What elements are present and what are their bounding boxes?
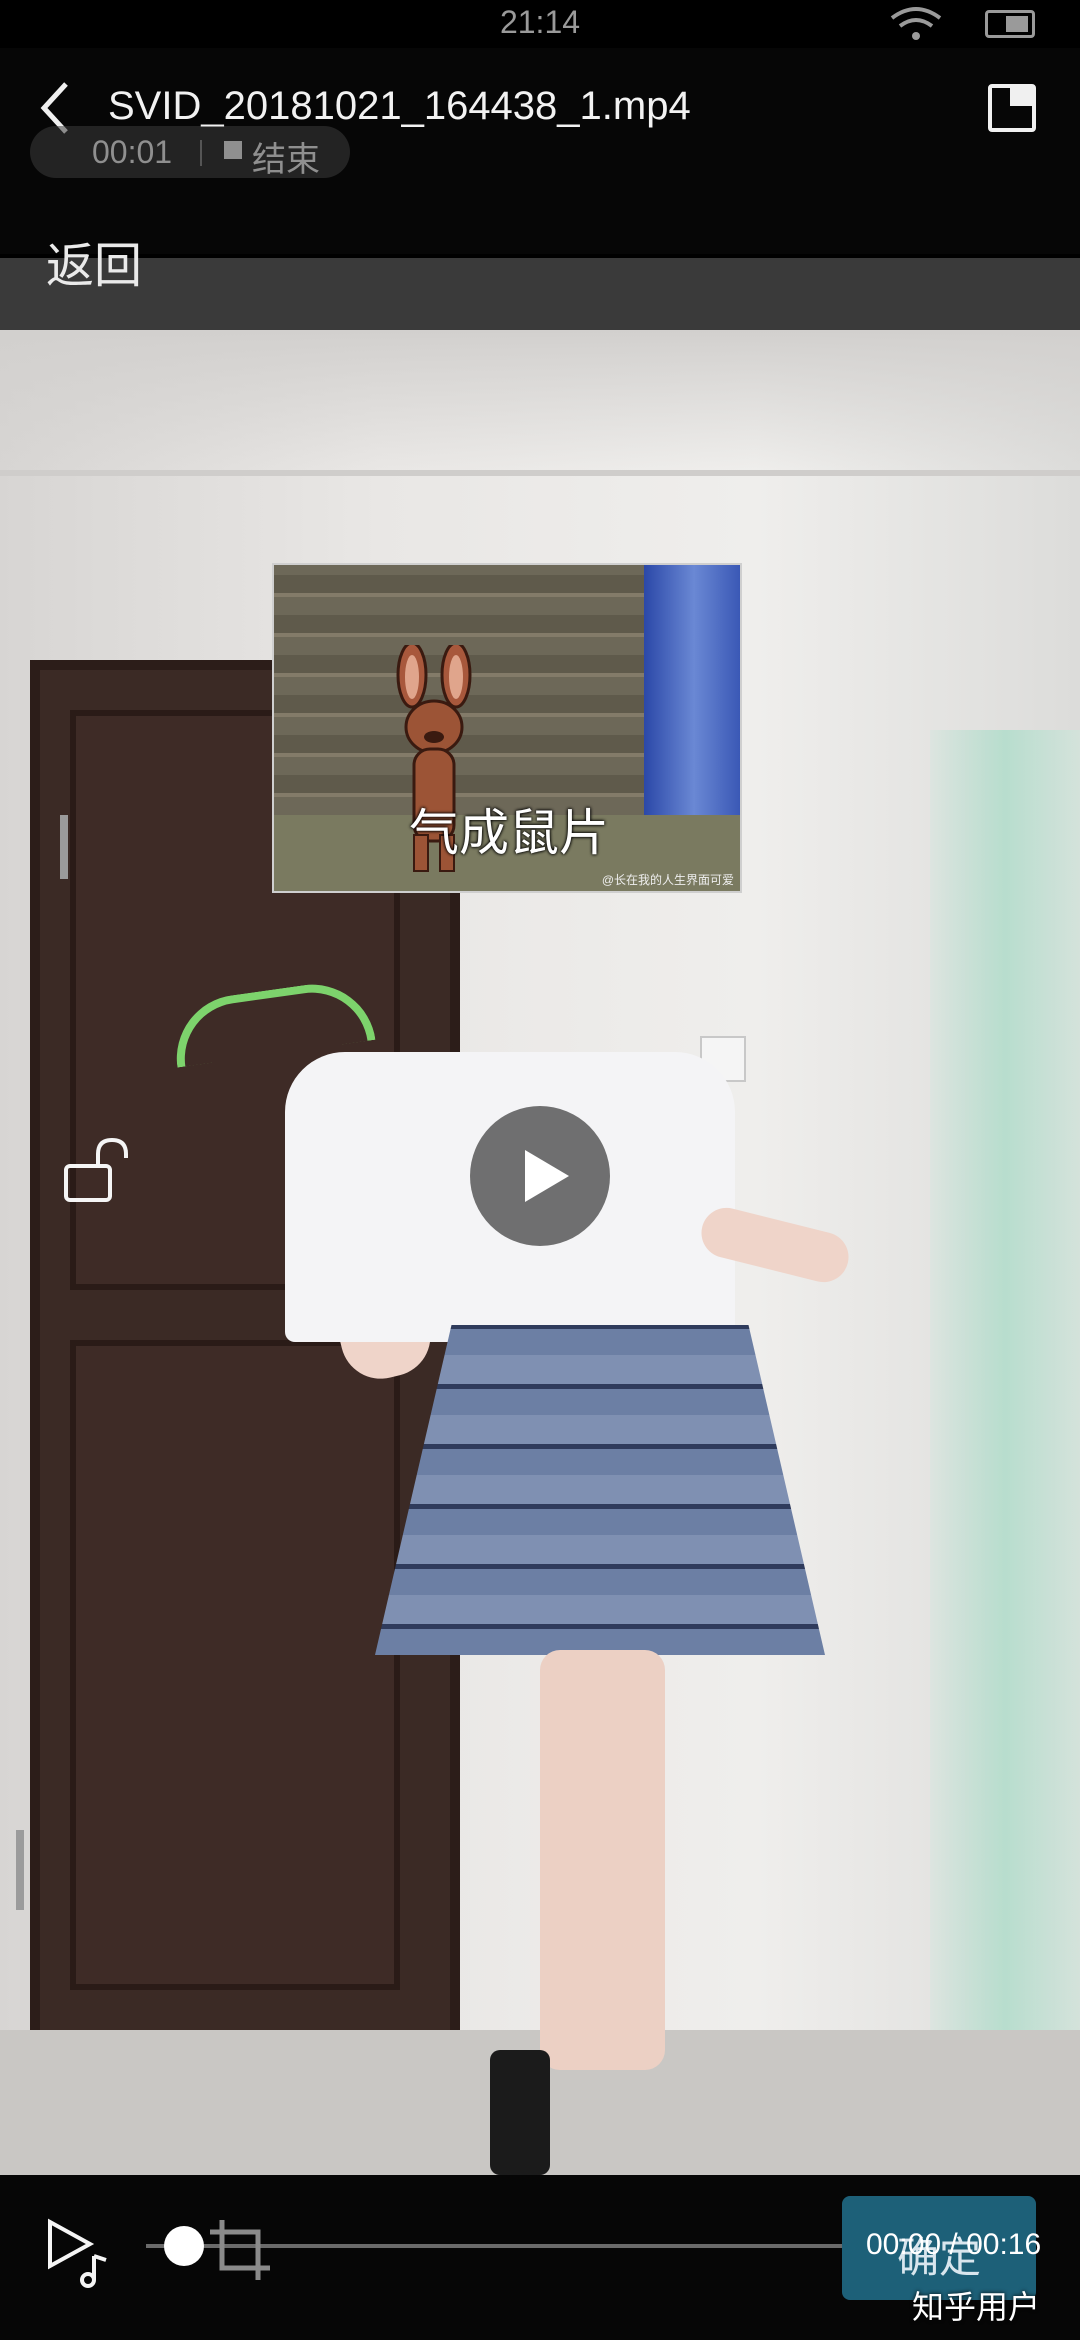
zhihu-watermark: 知乎用户: [912, 2289, 1041, 2325]
video-frame[interactable]: 气成鼠片 @长在我的人生界面可爱: [0, 330, 1080, 2175]
video-curtain: [930, 730, 1080, 2170]
play-button[interactable]: [470, 1106, 610, 1246]
seek-handle[interactable]: [164, 2226, 204, 2266]
return-button[interactable]: 返回: [46, 226, 142, 296]
playlist-icon[interactable]: [44, 2216, 112, 2288]
sticker-blue-pillar: [644, 565, 740, 825]
recording-divider: [200, 140, 202, 166]
stop-recording-button[interactable]: 结束: [252, 132, 320, 181]
recording-elapsed-time: 00:01: [92, 134, 173, 170]
video-person-shoes: [490, 2050, 550, 2175]
sticker-watermark: @长在我的人生界面可爱: [601, 873, 734, 887]
video-file-title: SVID_20181021_164438_1.mp4: [108, 84, 691, 128]
meme-sticker: 气成鼠片 @长在我的人生界面可爱: [272, 563, 742, 893]
video-door-panel: [70, 1340, 400, 1990]
return-overlay-strip: [0, 258, 1080, 330]
crop-icon[interactable]: [208, 2218, 272, 2282]
video-person-legs: [540, 1650, 665, 2070]
unlock-icon[interactable]: [62, 1136, 132, 1206]
video-wall: [0, 330, 1080, 470]
wifi-icon: [890, 7, 942, 40]
stop-icon: [224, 141, 242, 159]
video-door-hinge: [16, 1830, 24, 1910]
battery-icon: [985, 10, 1035, 38]
video-ceiling-line: [0, 470, 1080, 476]
video-door-hinge: [60, 815, 68, 879]
picture-in-picture-icon[interactable]: [988, 84, 1036, 132]
sticker-caption: 气成鼠片: [409, 804, 609, 862]
playback-time-readout: 00:00 / 00:16: [866, 2228, 1042, 2261]
video-person-skirt: [375, 1325, 825, 1655]
